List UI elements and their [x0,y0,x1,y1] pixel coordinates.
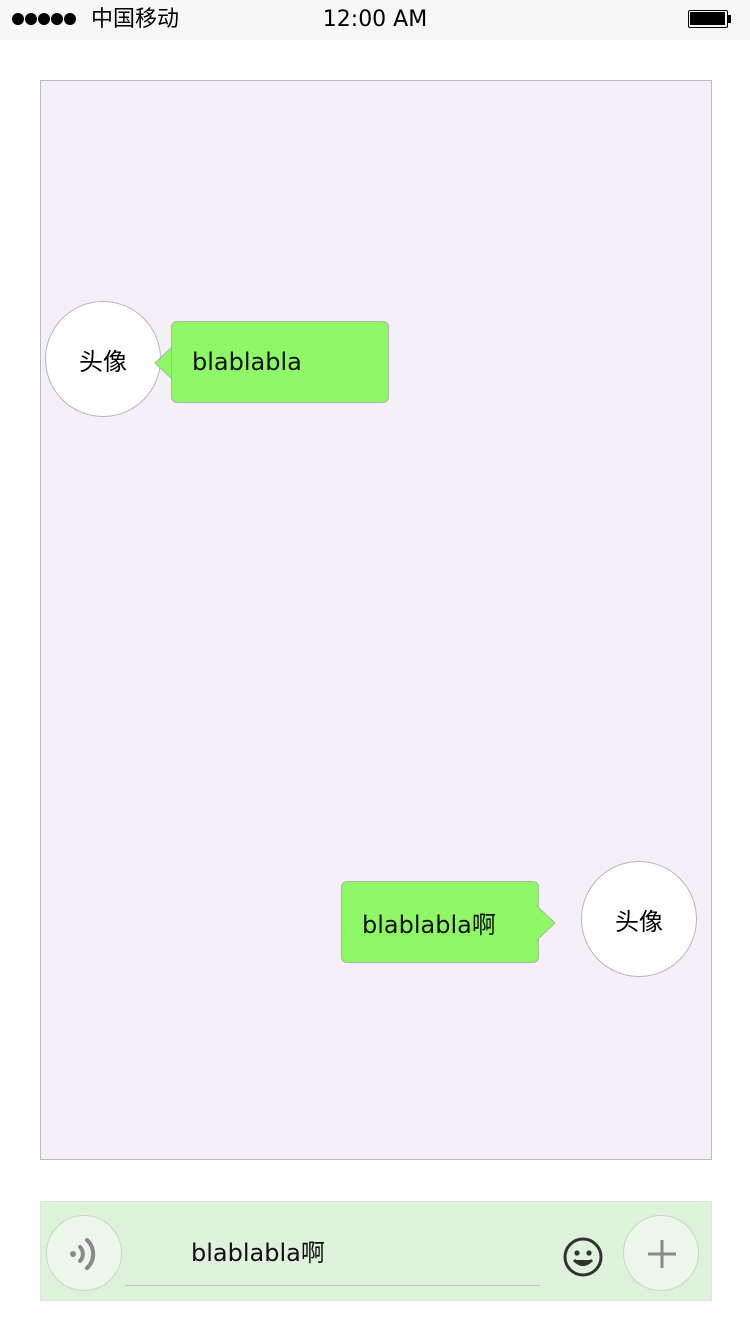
emoji-button[interactable] [563,1237,603,1277]
avatar[interactable]: 头像 [45,301,161,417]
avatar-label: 头像 [615,907,663,936]
status-bar: 中国移动 12:00 AM [0,0,750,40]
chat-area[interactable]: 头像 blablabla blablabla啊 头像 [40,80,712,1160]
voice-button[interactable] [46,1215,122,1291]
message-bubble[interactable]: blablabla啊 [341,881,539,963]
bubble-tail [535,904,556,942]
avatar-label: 头像 [79,347,127,376]
message-text: blablabla啊 [362,910,496,939]
smiley-icon [563,1237,603,1277]
plus-icon [648,1240,676,1268]
input-bar [40,1201,712,1301]
message-bubble[interactable]: blablabla [171,321,389,403]
message-input[interactable] [125,1216,540,1286]
status-time: 12:00 AM [322,7,428,32]
message-text: blablabla [192,348,302,376]
plus-button[interactable] [623,1215,699,1291]
battery-icon [688,10,732,28]
avatar[interactable]: 头像 [581,861,697,977]
voice-icon [70,1238,96,1270]
